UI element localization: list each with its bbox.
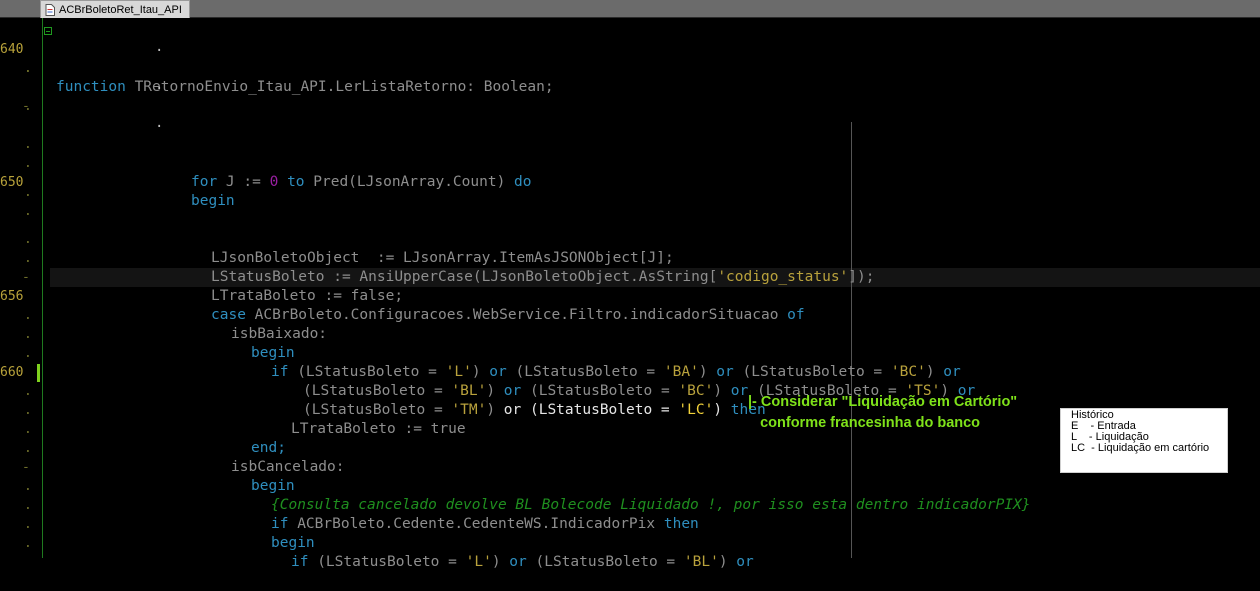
- code-line: . for J := 0 to Pred(LJsonArray.Count) d…: [24, 156, 532, 190]
- ellipsis-dot: .: [155, 115, 164, 131]
- code-line: . LTrataBoleto := true: [24, 403, 466, 437]
- code-line: . if (LStatusBoleto = 'L') or (LStatusBo…: [24, 536, 754, 570]
- code-line: 656 case ACBrBoleto.Configuracoes.WebSer…: [0, 289, 805, 323]
- code-line: . LStatusBoleto := AnsiUpperCase(LJsonBo…: [24, 251, 875, 285]
- code-line: . LJsonBoletoObject := LJsonArray.ItemAs…: [24, 232, 674, 266]
- code-line: . begin: [24, 517, 315, 551]
- code-line: . (LStatusBoleto = 'TM') or (LStatusBole…: [24, 384, 766, 418]
- code-line: . isbBaixado:: [24, 308, 328, 342]
- code-line: 660 (LStatusBoleto = 'BL') or (LStatusBo…: [0, 365, 976, 399]
- editor-tab-bar: ACBrBoletoRet_Itau_API: [0, 0, 1260, 18]
- tab-label: ACBrBoletoRet_Itau_API: [59, 3, 182, 16]
- code-line: 640 function TRetornoEnvio_Itau_API.LerL…: [0, 21, 1260, 95]
- code-line: - LTrataBoleto := false;: [22, 270, 404, 304]
- code-line: . if (LStatusBoleto = 'L') or (LStatusBo…: [24, 346, 961, 380]
- annotation-line-1: |- Considerar "Liquidação em Cartório": [748, 394, 1018, 410]
- code-line: . begin: [24, 327, 295, 361]
- tab-acbrboletoret-itau-api[interactable]: ACBrBoletoRet_Itau_API: [40, 0, 190, 18]
- fold-collapse-icon[interactable]: [44, 27, 52, 35]
- ellipsis-dot: .: [155, 77, 164, 93]
- code-line: 670 (LStatusBoleto = 'TM') or (LStatusBo…: [0, 534, 1260, 544]
- code-line: . if ACBrBoleto.Cedente.CedenteWS.Indica…: [24, 498, 699, 532]
- code-line: 650 begin: [0, 175, 235, 209]
- code-line: . .: [24, 39, 164, 76]
- ellipsis-dot: .: [155, 39, 164, 55]
- liquidacao-cartorio-annotation: |- Considerar "Liquidação em Cartório" c…: [748, 392, 1017, 434]
- annotation-line-2: conforme francesinha do banco: [748, 415, 981, 431]
- historico-legend: Histórico E - Entrada L - Liquidação LC …: [1060, 408, 1228, 473]
- code-line: . .: [24, 115, 164, 152]
- code-editor[interactable]: 640 function TRetornoEnvio_Itau_API.LerL…: [0, 18, 1260, 576]
- code-line: - .: [22, 77, 164, 114]
- legend-item: LC - Liquidação em cartório: [1071, 442, 1210, 454]
- pascal-file-icon: [45, 3, 55, 16]
